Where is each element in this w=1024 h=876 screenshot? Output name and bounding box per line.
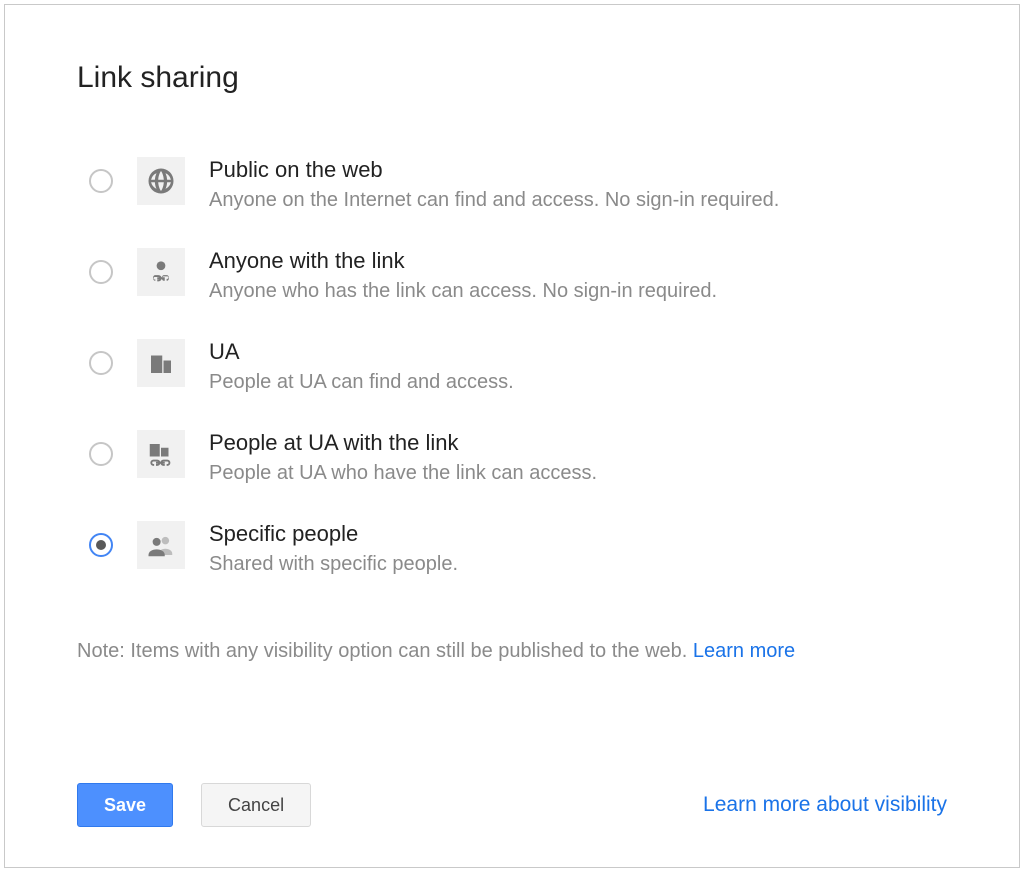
option-title: Specific people bbox=[209, 521, 458, 547]
option-org-with-link[interactable]: People at UA with the link People at UA … bbox=[89, 428, 947, 485]
radio-org[interactable] bbox=[89, 351, 113, 375]
option-org[interactable]: UA People at UA can find and access. bbox=[89, 337, 947, 394]
learn-more-visibility-link[interactable]: Learn more about visibility bbox=[703, 793, 947, 817]
note-text: Note: Items with any visibility option c… bbox=[77, 640, 693, 662]
option-title: UA bbox=[209, 339, 514, 365]
option-specific-people[interactable]: Specific people Shared with specific peo… bbox=[89, 519, 947, 576]
save-button[interactable]: Save bbox=[77, 783, 173, 827]
radio-anyone-link[interactable] bbox=[89, 260, 113, 284]
globe-icon bbox=[137, 157, 185, 205]
person-link-icon bbox=[137, 248, 185, 296]
radio-specific-people[interactable] bbox=[89, 533, 113, 557]
option-public-on-the-web[interactable]: Public on the web Anyone on the Internet… bbox=[89, 155, 947, 212]
option-desc: Shared with specific people. bbox=[209, 553, 458, 576]
link-sharing-dialog: Link sharing Public on the web Anyone on… bbox=[4, 4, 1020, 868]
option-desc: People at UA can find and access. bbox=[209, 371, 514, 394]
radio-org-link[interactable] bbox=[89, 442, 113, 466]
option-desc: Anyone on the Internet can find and acce… bbox=[209, 189, 779, 212]
visibility-options: Public on the web Anyone on the Internet… bbox=[89, 155, 947, 576]
cancel-button[interactable]: Cancel bbox=[201, 783, 311, 827]
option-title: Anyone with the link bbox=[209, 248, 717, 274]
building-icon bbox=[137, 339, 185, 387]
people-icon bbox=[137, 521, 185, 569]
publish-note: Note: Items with any visibility option c… bbox=[77, 640, 947, 663]
note-learn-more-link[interactable]: Learn more bbox=[693, 640, 795, 662]
option-title: Public on the web bbox=[209, 157, 779, 183]
building-link-icon bbox=[137, 430, 185, 478]
option-desc: People at UA who have the link can acces… bbox=[209, 462, 597, 485]
option-title: People at UA with the link bbox=[209, 430, 597, 456]
dialog-footer: Save Cancel Learn more about visibility bbox=[77, 743, 947, 827]
option-anyone-with-link[interactable]: Anyone with the link Anyone who has the … bbox=[89, 246, 947, 303]
radio-public[interactable] bbox=[89, 169, 113, 193]
dialog-title: Link sharing bbox=[77, 61, 947, 95]
option-desc: Anyone who has the link can access. No s… bbox=[209, 280, 717, 303]
